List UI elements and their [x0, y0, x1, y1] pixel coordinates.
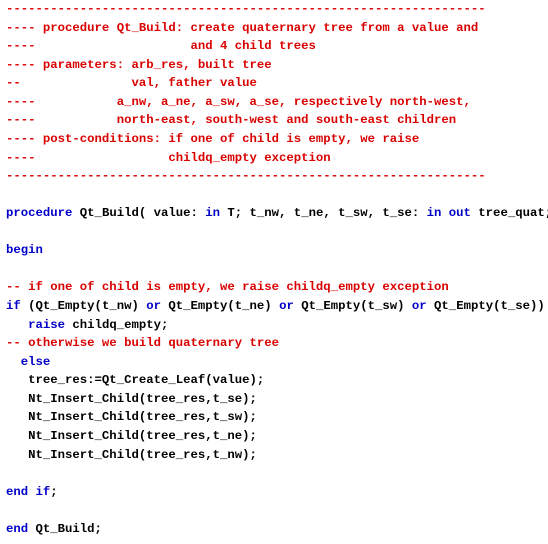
proc-sig-part: T; t_nw, t_ne, t_sw, t_se:: [220, 206, 427, 220]
comment-line: ---- post-conditions: if one of child is…: [6, 132, 419, 146]
cond-part: Qt_Empty(t_ne): [161, 299, 279, 313]
keyword-or: or: [279, 299, 294, 313]
stmt-line: Nt_Insert_Child(tree_res,t_ne);: [6, 429, 257, 443]
comment-line: -- otherwise we build quaternary tree: [6, 336, 279, 350]
semicolon: ;: [50, 485, 57, 499]
stmt-line: Nt_Insert_Child(tree_res,t_sw);: [6, 410, 257, 424]
comment-line: ---- procedure Qt_Build: create quaterna…: [6, 21, 478, 35]
keyword-in: in: [205, 206, 220, 220]
cond-part: Qt_Empty(t_se)): [427, 299, 548, 313]
comment-line: -- if one of child is empty, we raise ch…: [6, 280, 449, 294]
keyword-if: if: [6, 299, 21, 313]
keyword-end: end: [6, 522, 28, 536]
keyword-procedure: procedure: [6, 206, 72, 220]
cond-part: (Qt_Empty(t_nw): [21, 299, 146, 313]
stmt-line: Nt_Insert_Child(tree_res,t_se);: [6, 392, 257, 406]
proc-sig-part: tree_quat; tree_res:: [471, 206, 548, 220]
stmt-line: tree_res:=Qt_Create_Leaf(value);: [6, 373, 264, 387]
keyword-or: or: [412, 299, 427, 313]
raise-target: childq_empty;: [65, 318, 168, 332]
comment-line: ---- a_nw, a_ne, a_sw, a_se, respectivel…: [6, 95, 471, 109]
comment-divider: ----------------------------------------…: [6, 2, 486, 16]
comment-line: -- val, father value: [6, 76, 257, 90]
keyword-begin: begin: [6, 243, 43, 257]
keyword-else: else: [21, 355, 51, 369]
cond-part: Qt_Empty(t_sw): [294, 299, 412, 313]
comment-line: ---- childq_empty exception: [6, 151, 331, 165]
comment-line: ---- parameters: arb_res, built tree: [6, 58, 272, 72]
keyword-raise: raise: [28, 318, 65, 332]
proc-sig-part: Qt_Build( value:: [72, 206, 205, 220]
stmt-line: Nt_Insert_Child(tree_res,t_nw);: [6, 448, 257, 462]
comment-line: ---- and 4 child trees: [6, 39, 316, 53]
keyword-end-if: end if: [6, 485, 50, 499]
keyword-or: or: [146, 299, 161, 313]
comment-divider: ----------------------------------------…: [6, 169, 486, 183]
end-name: Qt_Build;: [28, 522, 102, 536]
keyword-in-out: in out: [427, 206, 471, 220]
comment-line: ---- north-east, south-west and south-ea…: [6, 113, 456, 127]
code-listing: ----------------------------------------…: [0, 0, 548, 544]
